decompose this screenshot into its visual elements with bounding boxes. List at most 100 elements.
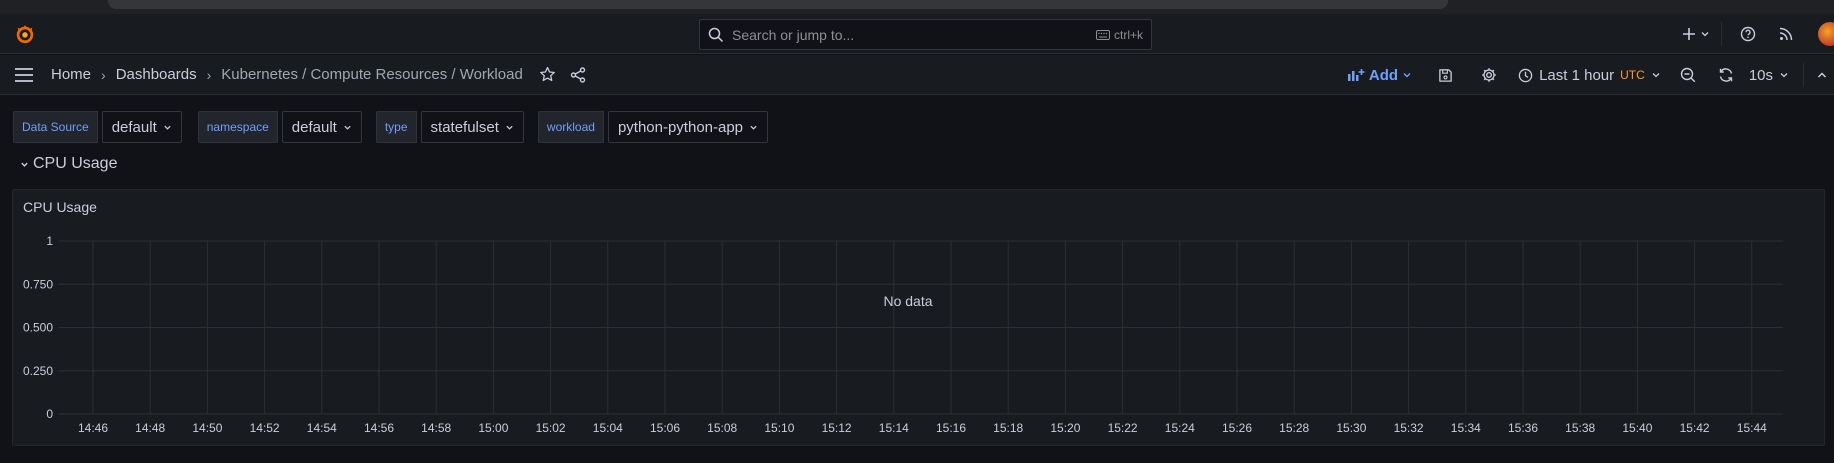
row-toggle[interactable]: CPU Usage [20, 155, 117, 173]
add-panel-button[interactable]: Add [1347, 67, 1412, 84]
y-tick-label: 0.500 [23, 321, 53, 335]
x-tick-label: 15:20 [1050, 421, 1080, 435]
x-tick-label: 15:02 [536, 421, 566, 435]
dashboard-controls: Add Last 1 hour UTC 10s [1347, 55, 1834, 95]
collapse-header-button[interactable] [1810, 60, 1834, 90]
mark-favorite-button[interactable] [533, 60, 563, 90]
x-tick-label: 15:04 [593, 421, 623, 435]
template-variables: Data Source default namespace default ty… [13, 111, 782, 143]
x-tick-label: 15:14 [879, 421, 909, 435]
chevron-down-icon [1701, 32, 1709, 37]
x-tick-label: 15:16 [936, 421, 966, 435]
chevron-down-icon [506, 125, 513, 130]
x-tick-label: 15:36 [1508, 421, 1538, 435]
variable-label: namespace [197, 111, 278, 143]
x-tick-label: 15:34 [1451, 421, 1481, 435]
y-tick-label: 0 [46, 407, 53, 421]
x-tick-label: 15:00 [478, 421, 508, 435]
breadcrumb-current-dashboard: Kubernetes / Compute Resources / Workloa… [221, 66, 523, 83]
variable-select[interactable]: default [101, 111, 182, 143]
variable-select[interactable]: statefulset [420, 111, 524, 143]
variable-workload: workload python-python-app [537, 111, 769, 143]
chevron-down-icon [164, 125, 171, 130]
breadcrumb-separator: › [101, 66, 106, 83]
search-shortcut-text: ctrl+k [1113, 27, 1143, 42]
star-icon [540, 66, 556, 82]
breadcrumb-home[interactable]: Home [51, 66, 91, 83]
variable-value: python-python-app [617, 118, 744, 136]
hamburger-icon [15, 67, 33, 82]
y-tick-label: 0.250 [23, 364, 53, 378]
x-tick-label: 14:54 [307, 421, 337, 435]
y-tick-label: 1 [46, 234, 53, 248]
user-avatar[interactable] [1818, 22, 1834, 46]
news-button[interactable] [1768, 20, 1804, 48]
x-tick-label: 14:48 [135, 421, 165, 435]
x-tick-label: 15:06 [650, 421, 680, 435]
x-tick-label: 14:46 [78, 421, 108, 435]
share-icon [570, 66, 585, 83]
variable-value: statefulset [430, 118, 499, 136]
variable-select[interactable]: default [281, 111, 362, 143]
grafana-logo-icon[interactable] [14, 23, 36, 45]
keyboard-icon [1095, 29, 1110, 40]
zoom-out-icon [1680, 67, 1696, 83]
search-icon [708, 27, 724, 42]
dashboard-settings-button[interactable] [1474, 60, 1504, 90]
add-button-label: Add [1368, 66, 1399, 84]
variable-label: workload [537, 111, 604, 143]
x-tick-label: 15:32 [1394, 421, 1424, 435]
x-tick-label: 15:18 [993, 421, 1023, 435]
divider [1803, 63, 1804, 87]
refresh-interval-label: 10s [1748, 66, 1773, 84]
variable-value: default [291, 118, 337, 136]
row-title: CPU Usage [33, 155, 118, 172]
save-dashboard-button[interactable] [1430, 60, 1460, 90]
x-tick-label: 15:44 [1737, 421, 1767, 435]
search-placeholder[interactable]: Search or jump to... [732, 27, 1096, 43]
refresh-interval-picker[interactable]: 10s [1749, 67, 1789, 84]
zoom-out-button[interactable] [1673, 60, 1703, 90]
breadcrumb-dashboards[interactable]: Dashboards [116, 66, 197, 83]
x-tick-label: 15:12 [822, 421, 852, 435]
no-data-message: No data [883, 293, 932, 309]
rss-icon [1779, 27, 1793, 41]
timezone-badge: UTC [1620, 68, 1645, 82]
search-bar[interactable]: Search or jump to... ctrl+k [699, 19, 1152, 50]
x-tick-label: 15:10 [764, 421, 794, 435]
x-tick-label: 15:22 [1108, 421, 1138, 435]
browser-address-bar[interactable] [108, 0, 1448, 9]
x-tick-label: 15:40 [1622, 421, 1652, 435]
cpu-usage-chart: 0 0.250 0.500 0.750 1 14:46 14:48 14:50 14:52 14:… [23, 234, 1783, 435]
chevron-down-icon [1403, 73, 1411, 78]
variable-label: type [375, 111, 417, 143]
help-button[interactable] [1728, 20, 1768, 48]
browser-chrome-strip [0, 0, 1834, 14]
x-tick-label: 15:38 [1565, 421, 1595, 435]
x-tick-label: 14:52 [250, 421, 280, 435]
share-button[interactable] [563, 60, 593, 90]
breadcrumb-separator: › [206, 66, 212, 83]
chevron-down-icon [1780, 73, 1788, 78]
variable-namespace: namespace default [197, 111, 362, 143]
time-range-picker[interactable]: Last 1 hour UTC [1518, 67, 1661, 84]
refresh-button[interactable] [1711, 60, 1741, 90]
x-tick-label: 15:24 [1165, 421, 1195, 435]
clock-icon [1518, 68, 1533, 82]
variable-value: default [111, 118, 157, 136]
dashboard-nav: Home › Dashboards › Kubernetes / Compute… [0, 55, 1834, 95]
x-tick-label: 15:30 [1336, 421, 1366, 435]
variable-datasource: Data Source default [13, 111, 182, 143]
menu-toggle-button[interactable] [13, 64, 35, 86]
plus-icon [1683, 28, 1695, 40]
variable-select[interactable]: python-python-app [607, 111, 769, 143]
chevron-down-icon [21, 162, 28, 167]
new-menu-button[interactable] [1677, 20, 1715, 48]
y-tick-label: 0.750 [23, 277, 53, 291]
x-tick-label: 15:08 [707, 421, 737, 435]
x-tick-label: 15:26 [1222, 421, 1252, 435]
gear-icon [1482, 68, 1496, 82]
help-icon [1740, 26, 1756, 42]
divider [1721, 22, 1722, 46]
top-right-actions [1677, 14, 1834, 54]
